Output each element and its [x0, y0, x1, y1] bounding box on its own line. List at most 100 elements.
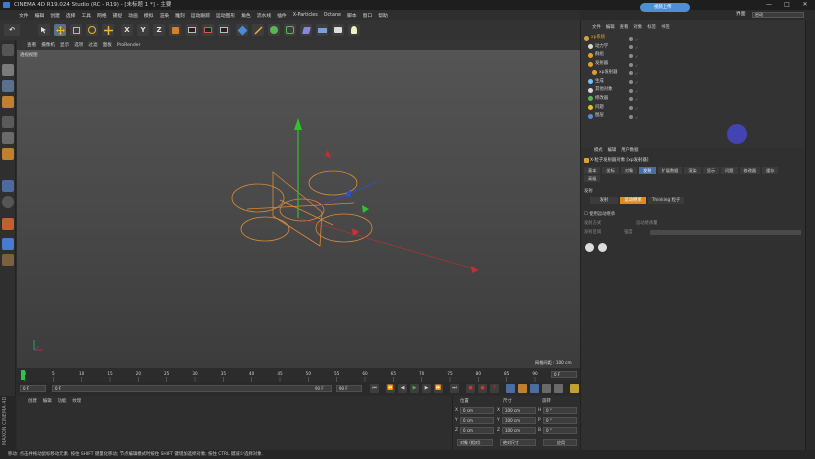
deformer-icon[interactable]: [300, 24, 312, 36]
viewport-menu-item[interactable]: 显示: [60, 42, 69, 48]
attribute-tab[interactable]: 对象: [620, 167, 638, 174]
attribute-tab[interactable]: 显示: [702, 167, 720, 174]
visibility-dot[interactable]: [629, 36, 633, 41]
material-menu-item[interactable]: 编辑: [43, 398, 52, 404]
misc-tool-icon[interactable]: [2, 254, 14, 266]
menu-item[interactable]: Octane: [323, 13, 342, 18]
close-button[interactable]: ✕: [798, 0, 812, 10]
sculpt-icon[interactable]: [2, 218, 14, 230]
rotate-tool-icon[interactable]: [86, 24, 98, 36]
attribute-top-menu-item[interactable]: 用户数据: [621, 147, 638, 153]
points-mode-icon[interactable]: [2, 116, 14, 128]
object-manager-tab[interactable]: 对象: [633, 24, 642, 30]
menu-item[interactable]: 流水线: [256, 12, 272, 19]
menu-item[interactable]: 运动跟踪: [190, 12, 211, 19]
visibility-dot[interactable]: [629, 97, 633, 102]
coord-size-mode-select[interactable]: 绝对尺寸: [500, 439, 536, 446]
keyframe-selection-icon[interactable]: ?: [490, 384, 499, 393]
enabled-check-icon[interactable]: ✓: [635, 106, 638, 111]
menu-item[interactable]: 捕捉: [112, 12, 124, 19]
attribute-tab[interactable]: 修改器: [739, 167, 761, 174]
make-editable-icon[interactable]: [2, 44, 14, 56]
enabled-check-icon[interactable]: ✓: [635, 89, 638, 94]
object-manager-tab[interactable]: 标签: [647, 24, 656, 30]
auto-key-icon[interactable]: ●: [478, 384, 487, 393]
key-rotation-icon[interactable]: [530, 384, 539, 393]
visibility-flags[interactable]: ✓: [629, 105, 641, 111]
object-row[interactable]: 动力学 ✓: [584, 43, 804, 51]
upload-pill-button[interactable]: 视频上传: [640, 3, 690, 12]
camera-icon[interactable]: [332, 24, 344, 36]
menu-item[interactable]: 创建: [49, 12, 61, 19]
visibility-dot[interactable]: [629, 71, 633, 76]
menu-item[interactable]: 渲染: [158, 12, 170, 19]
menu-item[interactable]: 模拟: [143, 12, 155, 19]
go-to-start-icon[interactable]: ⏮: [370, 384, 379, 393]
coord-position-field[interactable]: 0 cm: [460, 427, 494, 434]
axis-y-button[interactable]: Y: [137, 24, 149, 36]
attribute-top-menu-item[interactable]: 编辑: [608, 147, 617, 153]
coord-size-field[interactable]: 100 cm: [502, 427, 536, 434]
emission-subtab[interactable]: 运动继承: [620, 197, 646, 204]
menu-item[interactable]: 网格: [96, 12, 108, 19]
light-icon[interactable]: [348, 24, 360, 36]
object-row[interactable]: xp系统 ✓: [584, 34, 804, 42]
visibility-dot[interactable]: [629, 80, 633, 84]
go-to-end-icon[interactable]: ⏭: [450, 384, 459, 393]
visibility-dot[interactable]: [629, 114, 633, 119]
visibility-flags[interactable]: ✓: [629, 88, 641, 94]
visibility-dot[interactable]: [629, 62, 633, 67]
attribute-tab[interactable]: 扩展数据: [657, 167, 683, 174]
frame-range-slider[interactable]: 0 F: [52, 385, 332, 392]
coord-rotation-field[interactable]: 0 °: [543, 427, 577, 434]
start-frame-field[interactable]: 0 F: [20, 385, 46, 392]
object-manager-tab[interactable]: 查看: [620, 24, 629, 30]
attribute-tab[interactable]: 缓存: [762, 167, 779, 174]
object-row[interactable]: 修改器 ✓: [584, 95, 804, 103]
object-row[interactable]: 其他对象 ✓: [584, 86, 804, 94]
coord-position-field[interactable]: 0 cm: [460, 417, 494, 424]
menu-item[interactable]: 雕刻: [174, 12, 186, 19]
object-manager-tab[interactable]: 文件: [592, 24, 601, 30]
help-icon[interactable]: [598, 243, 607, 252]
enabled-check-icon[interactable]: ✓: [635, 54, 638, 59]
emission-subtab[interactable]: 发射: [590, 197, 618, 204]
previous-frame-icon[interactable]: ◀: [398, 384, 407, 393]
transform-tool-icon[interactable]: [102, 24, 114, 36]
menu-item[interactable]: 脚本: [346, 12, 358, 19]
visibility-flags[interactable]: ✓: [629, 62, 641, 68]
visibility-dot[interactable]: [629, 45, 633, 50]
object-row[interactable]: 发射器 ✓: [584, 60, 804, 68]
polygons-mode-icon[interactable]: [2, 148, 14, 160]
cube-icon[interactable]: [236, 24, 248, 36]
play-icon[interactable]: ▶: [410, 384, 419, 393]
snap-icon[interactable]: [2, 180, 14, 192]
layout-select[interactable]: 启动: [752, 12, 804, 18]
enabled-check-icon[interactable]: ✓: [635, 71, 638, 76]
preset-icon[interactable]: [585, 243, 594, 252]
render-picture-icon[interactable]: [202, 24, 214, 36]
strength-slider[interactable]: [650, 230, 801, 235]
visibility-flags[interactable]: ✓: [629, 96, 641, 102]
attribute-tab[interactable]: 渲染: [684, 167, 701, 174]
key-point-icon[interactable]: [554, 384, 563, 393]
render-settings-icon[interactable]: [218, 24, 230, 36]
menu-item[interactable]: 插件: [276, 12, 288, 19]
next-key-icon[interactable]: ⏩: [434, 384, 443, 393]
viewport-menu-item[interactable]: 面板: [103, 42, 112, 48]
paint-icon[interactable]: [2, 238, 14, 250]
menu-item[interactable]: 角色: [240, 12, 252, 19]
axis-x-button[interactable]: X: [121, 24, 133, 36]
enabled-check-icon[interactable]: ✓: [635, 80, 638, 85]
visibility-dot[interactable]: [629, 106, 633, 111]
object-row[interactable]: 生成 ✓: [584, 78, 804, 86]
object-manager-tab[interactable]: 编辑: [606, 24, 615, 30]
enabled-check-icon[interactable]: ✓: [635, 45, 638, 50]
enabled-check-icon[interactable]: ✓: [635, 97, 638, 102]
object-row[interactable]: 群组 ✓: [584, 51, 804, 59]
workplane-icon[interactable]: [2, 96, 14, 108]
locked-workplane-icon[interactable]: [2, 196, 14, 208]
menu-item[interactable]: 文件: [18, 12, 30, 19]
visibility-flags[interactable]: ✓: [629, 79, 641, 85]
select-tool-icon[interactable]: [38, 24, 50, 36]
